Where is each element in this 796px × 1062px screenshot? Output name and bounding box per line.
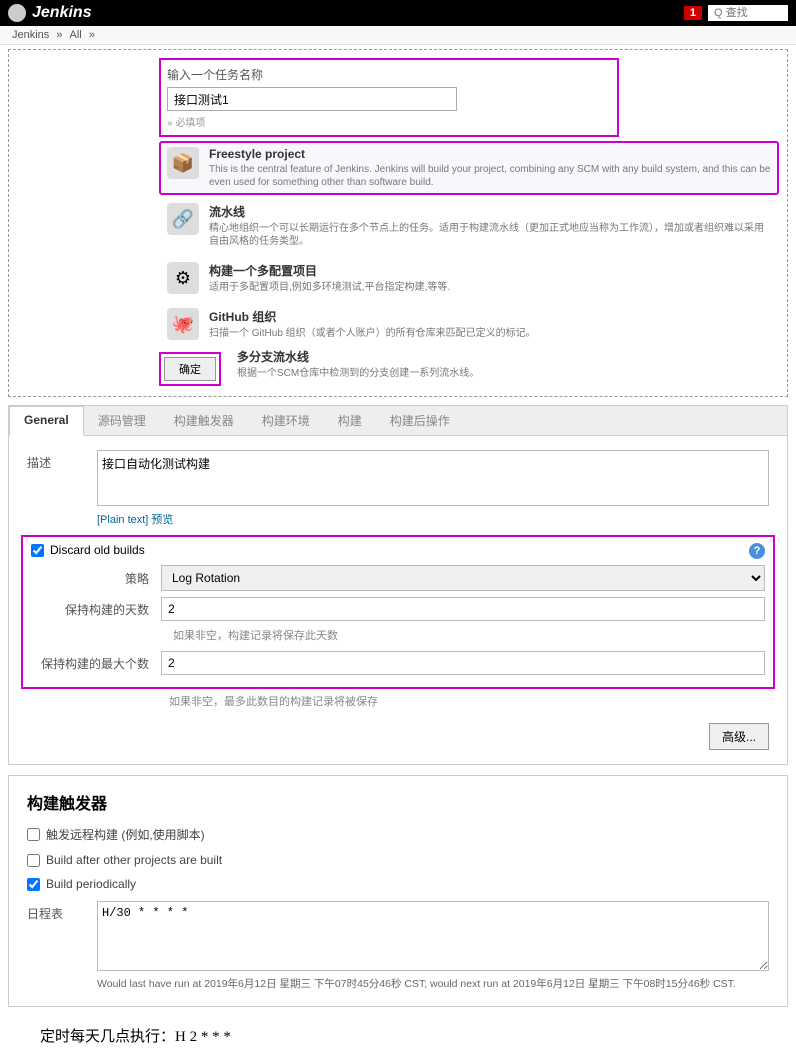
schedule-note: Would last have run at 2019年6月12日 星期三 下午… <box>97 978 769 992</box>
breadcrumb: Jenkins » All » <box>0 26 796 45</box>
schedule-label: 日程表 <box>27 901 97 992</box>
pipeline-icon: 🔗 <box>167 203 199 235</box>
description-textarea[interactable] <box>97 450 769 506</box>
multiconfig-icon: ⚙ <box>167 262 199 294</box>
days-keep-label: 保持构建的天数 <box>31 601 161 618</box>
breadcrumb-item[interactable]: Jenkins <box>12 29 49 41</box>
option-title: 多分支流水线 <box>237 348 479 365</box>
discard-old-builds-checkbox[interactable] <box>31 544 44 557</box>
trigger-remote-checkbox[interactable] <box>27 828 40 841</box>
tab-triggers[interactable]: 构建触发器 <box>160 406 248 435</box>
triggers-panel: 构建触发器 触发远程构建 (例如,使用脚本) Build after other… <box>8 775 788 1007</box>
required-hint: » 必填项 <box>167 114 611 129</box>
item-name-input[interactable] <box>167 87 457 111</box>
top-bar: Jenkins 1 <box>0 0 796 26</box>
option-multiconfig[interactable]: ⚙ 构建一个多配置项目 适用于多配置项目,例如多环境测试,平台指定构建,等等. <box>159 256 779 300</box>
breadcrumb-item[interactable]: All <box>70 29 82 41</box>
option-desc: 适用于多配置项目,例如多环境测试,平台指定构建,等等. <box>209 281 450 294</box>
config-panel: General 源码管理 构建触发器 构建环境 构建 构建后操作 描述 [Pla… <box>8 405 788 765</box>
option-title: 流水线 <box>209 203 771 220</box>
trigger-remote[interactable]: 触发远程构建 (例如,使用脚本) <box>27 826 769 843</box>
option-freestyle[interactable]: 📦 Freestyle project This is the central … <box>159 141 779 195</box>
discard-old-builds-block: ? Discard old builds 策略 Log Rotation 保持构… <box>21 535 775 689</box>
plain-text-preview-link[interactable]: [Plain text] 预览 <box>97 511 173 527</box>
item-name-section: 输入一个任务名称 » 必填项 <box>159 58 619 137</box>
config-tabs: General 源码管理 构建触发器 构建环境 构建 构建后操作 <box>9 406 787 436</box>
tab-build[interactable]: 构建 <box>324 406 376 435</box>
trigger-periodic[interactable]: Build periodically <box>27 877 769 891</box>
tab-env[interactable]: 构建环境 <box>248 406 324 435</box>
option-title: GitHub 组织 <box>209 308 536 325</box>
strategy-select[interactable]: Log Rotation <box>161 565 765 591</box>
option-desc: 根据一个SCM仓库中检测到的分支创建一系列流水线。 <box>237 367 479 380</box>
max-keep-input[interactable] <box>161 651 765 675</box>
schedule-textarea[interactable] <box>97 901 769 971</box>
option-pipeline[interactable]: 🔗 流水线 精心地组织一个可以长期运行在多个节点上的任务。适用于构建流水线（更加… <box>159 197 779 254</box>
option-multibranch[interactable]: 多分支流水线 根据一个SCM仓库中检测到的分支创建一系列流水线。 <box>229 348 779 386</box>
max-hint: 如果非空，最多此数目的构建记录将被保存 <box>169 693 769 709</box>
strategy-label: 策略 <box>31 570 161 587</box>
freestyle-icon: 📦 <box>167 147 199 179</box>
option-title: 构建一个多配置项目 <box>209 262 450 279</box>
jenkins-brand: Jenkins <box>32 4 92 22</box>
days-hint: 如果非空，构建记录将保存此天数 <box>173 627 765 643</box>
footer-note: 定时每天几点执行：H 2 * * * <box>0 1017 796 1062</box>
option-github-org[interactable]: 🐙 GitHub 组织 扫描一个 GitHub 组织（或者个人账户）的所有仓库来… <box>159 302 779 346</box>
discard-label: Discard old builds <box>50 543 145 557</box>
tab-post[interactable]: 构建后操作 <box>376 406 464 435</box>
tab-general[interactable]: General <box>9 406 84 436</box>
new-item-panel: 输入一个任务名称 » 必填项 📦 Freestyle project This … <box>8 49 788 397</box>
jenkins-icon <box>8 4 26 22</box>
max-keep-label: 保持构建的最大个数 <box>31 655 161 672</box>
github-icon: 🐙 <box>167 308 199 340</box>
search-input[interactable] <box>708 5 788 21</box>
description-label: 描述 <box>27 450 97 471</box>
option-desc: This is the central feature of Jenkins. … <box>209 163 771 189</box>
option-desc: 精心地组织一个可以长期运行在多个节点上的任务。适用于构建流水线（更加正式地应当称… <box>209 222 771 248</box>
alert-badge[interactable]: 1 <box>684 6 702 20</box>
advanced-button[interactable]: 高级... <box>709 723 769 750</box>
trigger-after-checkbox[interactable] <box>27 854 40 867</box>
ok-button-highlight: 确定 <box>159 352 221 386</box>
ok-button[interactable]: 确定 <box>164 357 216 381</box>
item-name-label: 输入一个任务名称 <box>167 66 611 83</box>
help-icon[interactable]: ? <box>749 543 765 559</box>
option-desc: 扫描一个 GitHub 组织（或者个人账户）的所有仓库来匹配已定义的标记。 <box>209 327 536 340</box>
tab-scm[interactable]: 源码管理 <box>84 406 160 435</box>
trigger-after-other[interactable]: Build after other projects are built <box>27 853 769 867</box>
option-title: Freestyle project <box>209 147 771 161</box>
trigger-periodic-checkbox[interactable] <box>27 878 40 891</box>
triggers-heading: 构建触发器 <box>27 790 769 814</box>
days-keep-input[interactable] <box>161 597 765 621</box>
